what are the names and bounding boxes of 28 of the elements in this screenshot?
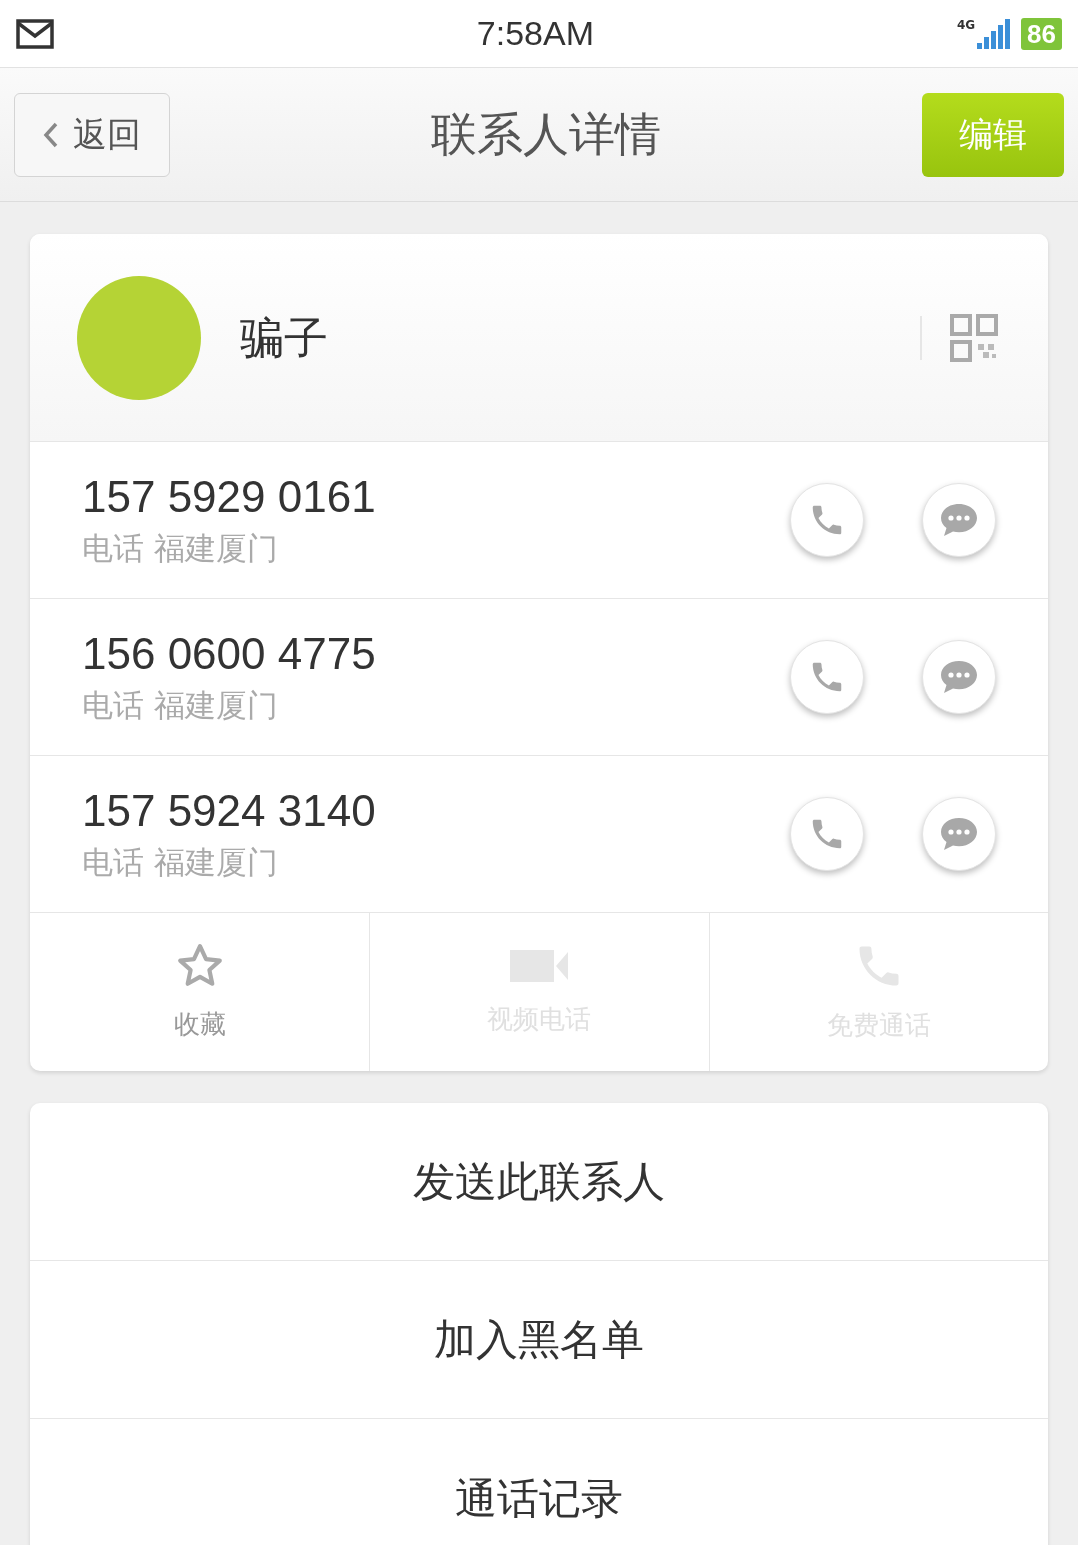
chat-bubble-icon: [939, 502, 979, 538]
menu-item[interactable]: 加入黑名单: [30, 1261, 1048, 1419]
menu-item[interactable]: 通话记录: [30, 1419, 1048, 1545]
battery-level: 86: [1021, 17, 1062, 50]
phone-label: 电话 福建厦门: [82, 529, 279, 568]
contact-name: 骗子: [240, 310, 329, 365]
message-button[interactable]: [922, 640, 996, 714]
message-button[interactable]: [922, 797, 996, 871]
page-title: 联系人详情: [431, 106, 661, 163]
clock-time: 7:58AM: [476, 13, 595, 54]
network-type: 4G: [956, 18, 976, 31]
qr-code-icon: [950, 313, 998, 362]
chat-bubble-icon: [939, 816, 979, 852]
call-button[interactable]: [790, 640, 864, 714]
mail-icon: [16, 18, 54, 49]
message-button[interactable]: [922, 483, 996, 557]
menu-item[interactable]: 发送此联系人: [30, 1103, 1048, 1261]
phone-number: 156 0600 4775: [82, 628, 377, 680]
phone-number: 157 5924 3140: [82, 785, 377, 837]
phone-number: 157 5929 0161: [82, 471, 377, 523]
back-button[interactable]: 返回: [14, 92, 170, 177]
chat-bubble-icon: [939, 659, 979, 695]
signal-icon: [977, 18, 1012, 49]
phone-label: 电话 福建厦门: [82, 843, 279, 882]
call-button[interactable]: [790, 483, 864, 557]
phone-label: 电话 福建厦门: [82, 686, 279, 725]
chevron-left-icon: [43, 120, 59, 149]
call-button[interactable]: [790, 797, 864, 871]
